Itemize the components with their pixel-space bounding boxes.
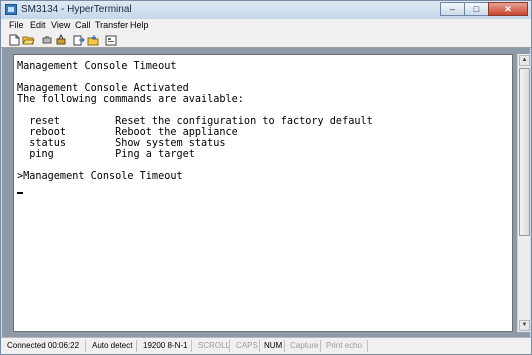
status-divider (85, 340, 86, 352)
send-icon[interactable] (73, 34, 86, 46)
title-bar[interactable]: SM3134 - HyperTerminal – □ ✕ (1, 1, 531, 19)
terminal-client-area: Management Console Timeout Management Co… (2, 48, 530, 337)
terminal-line: status Show system status (17, 138, 226, 149)
status-divider (284, 340, 285, 352)
text-cursor (17, 192, 23, 194)
toolbar (1, 32, 531, 48)
menu-edit[interactable]: Edit (30, 20, 46, 30)
status-divider (191, 340, 192, 352)
status-detect: Auto detect (92, 341, 133, 350)
status-caps: CAPS (236, 341, 258, 350)
caption-buttons: – □ ✕ (440, 2, 528, 17)
new-icon[interactable] (8, 34, 21, 46)
scrollbar-thumb[interactable] (519, 68, 530, 236)
terminal-line: Management Console Activated (17, 83, 189, 94)
menu-bar: File Edit View Call Transfer Help (1, 19, 531, 32)
menu-call[interactable]: Call (75, 20, 91, 30)
hyperterminal-window: SM3134 - HyperTerminal – □ ✕ File Edit V… (0, 0, 532, 355)
open-icon[interactable] (22, 34, 35, 46)
properties-icon[interactable] (105, 34, 118, 46)
terminal-line: >Management Console Timeout (17, 171, 183, 182)
dial-icon[interactable] (55, 34, 68, 46)
status-divider (259, 340, 260, 352)
terminal-screen[interactable]: Management Console Timeout Management Co… (13, 54, 513, 332)
status-divider (367, 340, 368, 352)
status-capture: Capture (290, 341, 319, 350)
scroll-up-arrow-icon[interactable]: ▲ (519, 55, 530, 66)
receive-icon[interactable] (87, 34, 100, 46)
minimize-button[interactable]: – (440, 2, 465, 16)
vertical-scrollbar[interactable]: ▲ ▼ (517, 54, 530, 332)
status-num: NUM (264, 341, 283, 350)
hyperterminal-app-icon[interactable] (5, 4, 17, 15)
status-bar: Connected 00:06:22 Auto detect 19200 8-N… (1, 337, 531, 354)
terminal-line: reboot Reboot the appliance (17, 127, 238, 138)
menu-view[interactable]: View (51, 20, 70, 30)
status-settings: 19200 8-N-1 (143, 341, 188, 350)
menu-transfer[interactable]: Transfer (95, 20, 128, 30)
status-print-echo: Print echo (326, 341, 363, 350)
scroll-down-arrow-icon[interactable]: ▼ (519, 320, 530, 331)
status-divider (229, 340, 230, 352)
window-title: SM3134 - HyperTerminal (21, 4, 132, 15)
terminal-line: ping Ping a target (17, 149, 195, 160)
terminal-line: The following commands are available: (17, 94, 244, 105)
menu-help[interactable]: Help (130, 20, 149, 30)
close-button[interactable]: ✕ (488, 2, 528, 16)
menu-file[interactable]: File (9, 20, 24, 30)
terminal-line: reset Reset the configuration to factory… (17, 116, 373, 127)
disconnect-icon[interactable] (41, 34, 54, 46)
terminal-line: Management Console Timeout (17, 61, 177, 72)
status-divider (320, 340, 321, 352)
status-connected: Connected 00:06:22 (7, 341, 80, 350)
status-scroll: SCROLL (198, 341, 231, 350)
status-divider (136, 340, 137, 352)
maximize-button[interactable]: □ (464, 2, 489, 16)
